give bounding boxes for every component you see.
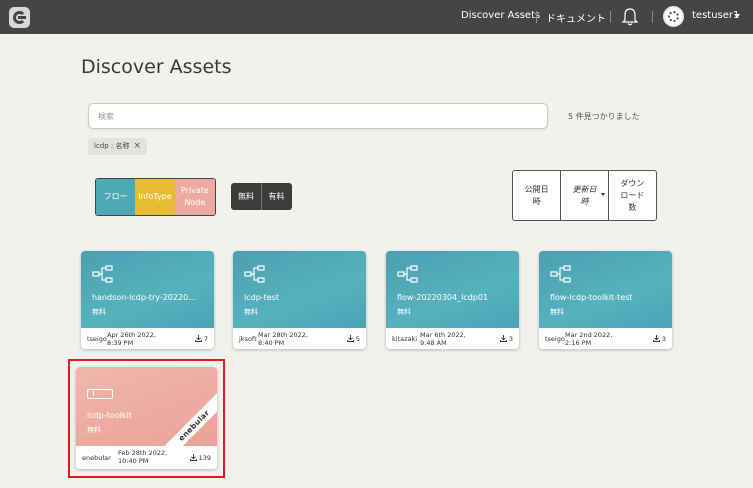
asset-date: Apr 26th 2022, 8:39 PM xyxy=(107,331,156,347)
sort-published-button[interactable]: 公開日時 xyxy=(513,171,560,220)
asset-card-body: handson-lcdp-try-20220... 無料 xyxy=(81,251,214,328)
asset-date: Mar 6th 2022, 9:48 AM xyxy=(420,331,466,347)
asset-title: flow-20220304_lcdp01 xyxy=(397,293,489,302)
asset-price: 無料 xyxy=(550,308,564,316)
result-count: 5 件見つかりました xyxy=(568,112,640,121)
sort-options: 公開日時 更新日時 ダウンロード数 xyxy=(512,170,657,221)
download-count: 3 xyxy=(652,335,666,343)
filter-paid-button[interactable]: 有料 xyxy=(261,183,291,210)
asset-card-body: lcdp-test 無料 xyxy=(233,251,366,328)
bell-icon[interactable] xyxy=(621,7,639,27)
asset-author: kitazaki xyxy=(392,335,418,343)
asset-price: 無料 xyxy=(244,308,258,316)
top-navbar: Discover Assets ドキュメント testuser1 xyxy=(0,0,753,34)
asset-title: handson-lcdp-try-20220... xyxy=(92,293,196,302)
nav-divider xyxy=(610,11,611,23)
username-menu[interactable]: testuser1 xyxy=(692,10,739,21)
sort-direction-icon xyxy=(600,193,605,196)
caret-down-icon[interactable] xyxy=(734,14,740,18)
filter-tag-label: lcdp : 名称 xyxy=(94,142,130,150)
asset-card-footer: jksoft Mar 28th 2022, 8:40 PM 5 xyxy=(233,328,366,349)
asset-date: Mar 28th 2022, 8:40 PM xyxy=(258,331,308,347)
search-input[interactable] xyxy=(88,103,548,129)
download-count-value: 3 xyxy=(508,335,513,343)
filter-tag: lcdp : 名称 × xyxy=(88,138,148,155)
download-count-value: 3 xyxy=(661,335,666,343)
download-count: 3 xyxy=(499,335,513,343)
filter-flow-button[interactable]: フロー xyxy=(96,179,136,215)
close-icon[interactable]: × xyxy=(134,141,142,151)
page-title: Discover Assets xyxy=(81,56,232,78)
download-count: 7 xyxy=(194,335,208,343)
asset-author: tseigo xyxy=(545,335,565,343)
price-filter: 無料 有料 xyxy=(231,183,292,210)
asset-title: lcdp-test xyxy=(244,293,280,302)
flow-icon xyxy=(397,265,418,283)
download-icon xyxy=(499,335,507,342)
download-icon xyxy=(652,335,660,342)
asset-card-footer: kitazaki Mar 6th 2022, 9:48 AM 3 xyxy=(386,328,519,349)
filter-private-node-button[interactable]: Private Node xyxy=(174,179,215,215)
nav-divider xyxy=(652,11,653,23)
asset-card-body: flow-lcdp-toolkit-test 無料 xyxy=(539,251,672,328)
nav-divider xyxy=(536,11,537,23)
asset-price: 無料 xyxy=(397,308,411,316)
asset-card-footer: tseigo Mar 2nd 2022, 2:16 PM 3 xyxy=(539,328,672,349)
avatar-icon[interactable] xyxy=(663,6,684,27)
asset-price: 無料 xyxy=(92,308,106,316)
asset-card-body: flow-20220304_lcdp01 無料 xyxy=(386,251,519,328)
asset-card[interactable]: handson-lcdp-try-20220... 無料 tseigo Apr … xyxy=(81,251,214,349)
sort-downloads-button[interactable]: ダウンロード数 xyxy=(607,171,656,220)
asset-date: Mar 2nd 2022, 2:16 PM xyxy=(565,331,613,347)
download-count-value: 5 xyxy=(355,335,360,343)
nav-discover-assets[interactable]: Discover Assets xyxy=(461,10,540,21)
asset-title: flow-lcdp-toolkit-test xyxy=(550,293,633,302)
asset-type-filter: フロー InfoType Private Node xyxy=(95,178,216,216)
sort-updated-button[interactable]: 更新日時 xyxy=(560,171,607,220)
download-count-value: 7 xyxy=(203,335,208,343)
asset-card[interactable]: lcdp-test 無料 jksoft Mar 28th 2022, 8:40 … xyxy=(233,251,366,349)
filter-free-button[interactable]: 無料 xyxy=(231,183,261,210)
enebular-logo-icon[interactable] xyxy=(9,7,30,28)
asset-author: tseigo xyxy=(87,335,107,343)
highlight-box xyxy=(68,359,225,478)
asset-card-footer: tseigo Apr 26th 2022, 8:39 PM 7 xyxy=(81,328,214,349)
sort-published-label: 公開日時 xyxy=(524,184,549,206)
asset-card[interactable]: flow-20220304_lcdp01 無料 kitazaki Mar 6th… xyxy=(386,251,519,349)
filter-infotype-button[interactable]: InfoType xyxy=(135,179,175,215)
nav-documents[interactable]: ドキュメント xyxy=(546,10,606,25)
download-count: 5 xyxy=(346,335,360,343)
flow-icon xyxy=(92,265,113,283)
asset-card[interactable]: flow-lcdp-toolkit-test 無料 tseigo Mar 2nd… xyxy=(539,251,672,349)
flow-icon xyxy=(550,265,571,283)
download-icon xyxy=(194,335,202,342)
sort-downloads-label: ダウンロード数 xyxy=(620,178,645,212)
asset-author: jksoft xyxy=(239,335,257,343)
sort-updated-label: 更新日時 xyxy=(572,184,597,206)
flow-icon xyxy=(244,265,265,283)
download-icon xyxy=(346,335,354,342)
